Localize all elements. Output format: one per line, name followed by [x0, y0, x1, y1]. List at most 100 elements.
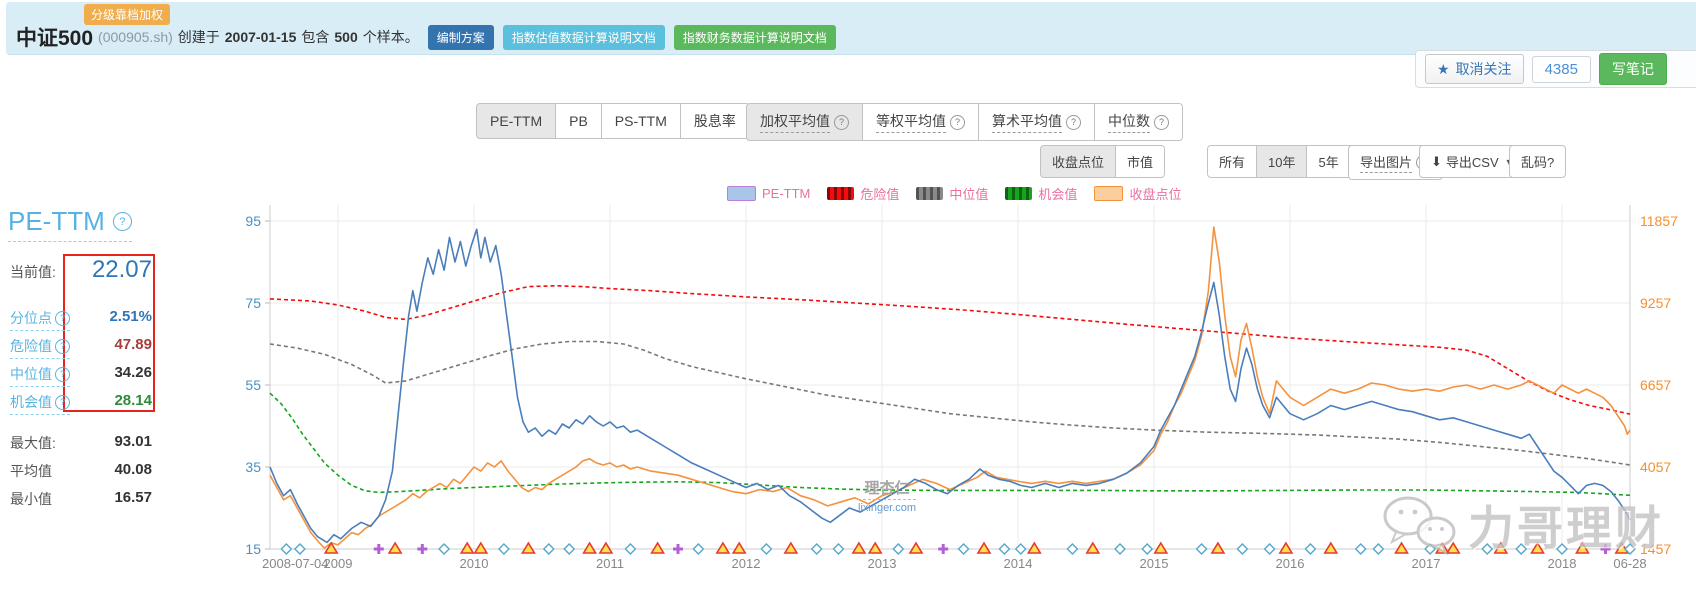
svg-text:55: 55: [245, 377, 261, 393]
created-date: 2007-01-15: [224, 29, 297, 45]
range-all[interactable]: 所有: [1207, 145, 1258, 178]
svg-text:6657: 6657: [1640, 377, 1671, 393]
svg-text:95: 95: [245, 213, 261, 229]
star-icon: ★: [1437, 60, 1450, 77]
follow-count[interactable]: 4385: [1531, 55, 1591, 83]
median-label[interactable]: 中位值?: [10, 364, 70, 387]
chance-value: 28.14: [114, 392, 152, 409]
percentile-value: 2.51%: [109, 308, 152, 325]
created-prefix: 创建于: [177, 29, 220, 45]
valuation-doc-button[interactable]: 指数估值数据计算说明文档: [502, 24, 665, 50]
help-icon[interactable]: ?: [1066, 114, 1081, 130]
range-10y[interactable]: 10年: [1256, 145, 1308, 178]
svg-text:2012: 2012: [732, 556, 761, 571]
garbled-group: 乱码?: [1509, 145, 1567, 178]
index-code: (000905.sh): [98, 29, 173, 45]
help-icon: ?: [55, 394, 70, 410]
chart-canvas[interactable]: 2009 2010 2011 2012 2013 2014 2015 2016 2017 2018…: [230, 180, 1690, 600]
svg-text:2015: 2015: [1140, 556, 1169, 571]
legend-pe-ttm[interactable]: PE-TTM: [727, 186, 810, 201]
chart-legend: PE-TTM 危险值 中位值 机会值 收盘点位: [727, 184, 1181, 203]
percentile-label[interactable]: 分位点?: [10, 308, 70, 331]
help-icon[interactable]: ?: [950, 114, 965, 130]
svg-text:75: 75: [245, 295, 261, 311]
help-icon: ?: [55, 366, 70, 382]
unfollow-label: 取消关注: [1455, 61, 1512, 77]
range-5y[interactable]: 5年: [1306, 145, 1351, 178]
close-price-swatch-icon: [1094, 186, 1124, 201]
average-tab-group: 加权平均值? 等权平均值? 算术平均值? 中位数?: [746, 103, 1183, 141]
index-title-line: 中证500 (000905.sh) 创建于 2007-01-15 包含 500 个样…: [16, 22, 836, 52]
legend-close-price[interactable]: 收盘点位: [1094, 184, 1181, 203]
svg-text:2010: 2010: [460, 556, 489, 571]
min-value: 16.57: [114, 489, 152, 506]
help-icon: ?: [55, 338, 70, 354]
lixinger-valuation-page: 分级靠档加权 中证500 (000905.sh) 创建于 2007-01-15 …: [0, 0, 1696, 609]
follow-panel: ★ 取消关注 4385 写笔记: [1415, 50, 1696, 88]
legend-danger[interactable]: 危险值: [827, 184, 899, 203]
avg-row: 平均值 40.08: [10, 461, 152, 481]
svg-text:2011: 2011: [596, 556, 624, 571]
min-row: 最小值 16.57: [10, 489, 152, 509]
svg-text:06-28: 06-28: [1613, 556, 1646, 571]
sample-count: 500: [334, 29, 358, 45]
svg-text:11857: 11857: [1640, 213, 1678, 229]
tab-ps-ttm[interactable]: PS-TTM: [600, 103, 681, 139]
index-name: 中证500: [16, 27, 94, 50]
max-value: 93.01: [114, 433, 152, 450]
danger-row: 危险值? 47.89: [10, 336, 152, 359]
svg-text:1457: 1457: [1640, 541, 1671, 557]
tab-weighted-average[interactable]: 加权平均值?: [746, 103, 863, 141]
svg-text:2014: 2014: [1004, 556, 1033, 571]
svg-text:15: 15: [245, 541, 261, 557]
chance-label[interactable]: 机会值?: [10, 392, 70, 415]
tab-market-cap[interactable]: 市值: [1115, 145, 1166, 178]
min-label: 最小值: [10, 491, 52, 507]
tab-pb[interactable]: PB: [555, 103, 602, 139]
current-value-row: 当前值: 22.07: [10, 256, 152, 283]
percentile-row: 分位点? 2.51%: [10, 308, 152, 331]
max-label: 最大值:: [10, 435, 56, 451]
danger-label[interactable]: 危险值?: [10, 336, 70, 359]
help-icon[interactable]: ?: [834, 114, 849, 130]
svg-text:9257: 9257: [1640, 295, 1671, 311]
svg-text:35: 35: [245, 459, 261, 475]
chance-swatch-icon: [1005, 187, 1033, 200]
danger-value: 47.89: [114, 336, 152, 353]
legend-median[interactable]: 中位值: [916, 184, 988, 203]
tab-arithmetic-average[interactable]: 算术平均值?: [978, 103, 1095, 141]
svg-text:2018: 2018: [1548, 556, 1577, 571]
compilation-plan-button[interactable]: 编制方案: [427, 24, 494, 50]
danger-swatch-icon: [827, 187, 855, 200]
unfollow-button[interactable]: ★ 取消关注: [1425, 54, 1524, 84]
median-value: 34.26: [114, 364, 152, 381]
avg-value: 40.08: [114, 461, 152, 478]
legend-chance[interactable]: 机会值: [1005, 184, 1077, 203]
metric-tab-group: PE-TTM PB PS-TTM 股息率: [476, 103, 750, 139]
garbled-button[interactable]: 乱码?: [1509, 145, 1567, 178]
max-row: 最大值: 93.01: [10, 433, 152, 453]
svg-text:2017: 2017: [1412, 556, 1441, 571]
tab-close-price[interactable]: 收盘点位: [1040, 145, 1117, 178]
chance-row: 机会值? 28.14: [10, 392, 152, 415]
svg-text:4057: 4057: [1640, 459, 1671, 475]
svg-text:2016: 2016: [1276, 556, 1305, 571]
median-swatch-icon: [916, 187, 944, 200]
current-value: 22.07: [91, 256, 152, 283]
tab-pe-ttm[interactable]: PE-TTM: [476, 103, 557, 139]
tab-median[interactable]: 中位数?: [1094, 103, 1183, 141]
index-header-banner: 分级靠档加权 中证500 (000905.sh) 创建于 2007-01-15 …: [6, 2, 1696, 55]
tab-equal-weight-average[interactable]: 等权平均值?: [862, 103, 979, 141]
overlay-tab-group: 收盘点位 市值: [1040, 145, 1166, 178]
contains-prefix: 包含: [301, 29, 330, 45]
median-row: 中位值? 34.26: [10, 364, 152, 387]
valuation-chart[interactable]: 2009 2010 2011 2012 2013 2014 2015 2016 2017 2018…: [230, 180, 1690, 600]
stats-title: PE-TTM ?: [8, 206, 132, 242]
finance-doc-button[interactable]: 指数财务数据计算说明文档: [673, 24, 836, 50]
help-icon[interactable]: ?: [112, 212, 132, 231]
write-note-button[interactable]: 写笔记: [1598, 53, 1667, 85]
help-icon[interactable]: ?: [1154, 114, 1169, 130]
download-icon: ⬇: [1431, 154, 1442, 169]
tab-dividend-yield[interactable]: 股息率: [679, 103, 750, 139]
avg-label: 平均值: [10, 463, 52, 479]
